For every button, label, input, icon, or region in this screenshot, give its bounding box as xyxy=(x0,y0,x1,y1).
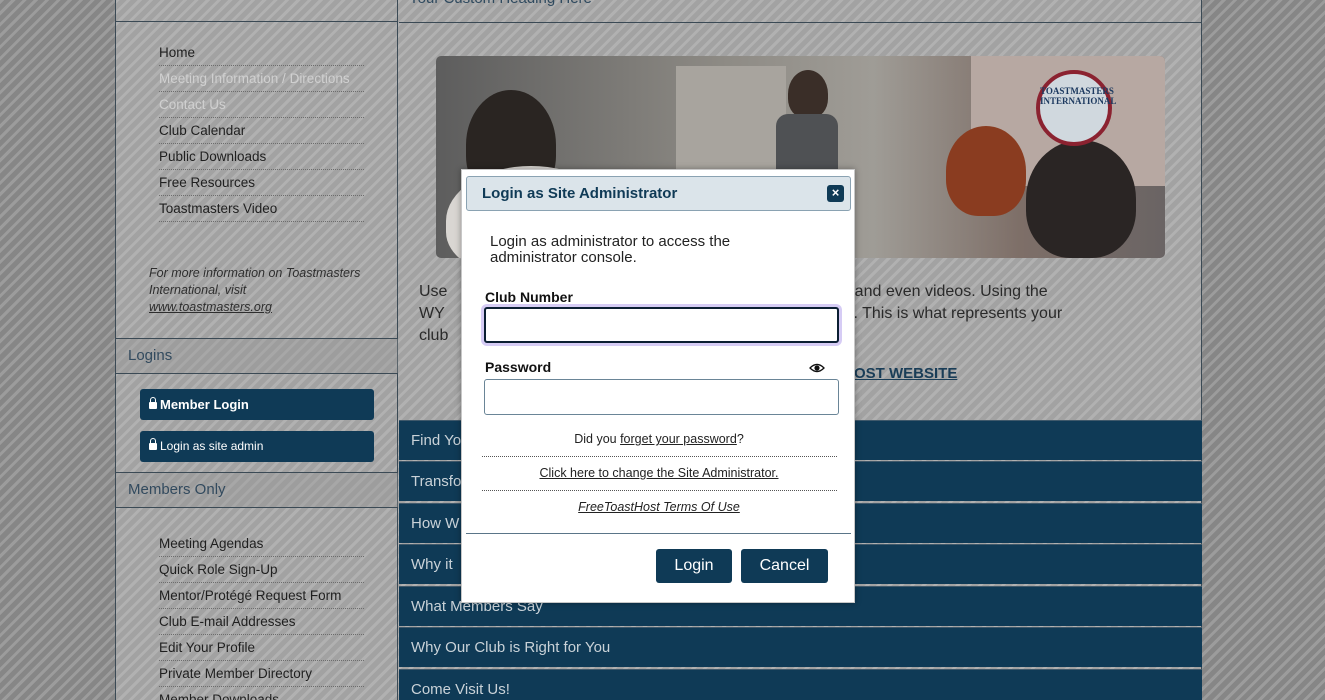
wall-panel xyxy=(676,66,786,186)
members-item-edit-profile[interactable]: Edit Your Profile xyxy=(159,635,364,661)
cancel-button[interactable]: Cancel xyxy=(741,549,828,583)
change-site-admin-link[interactable]: Click here to change the Site Administra… xyxy=(539,466,778,480)
host-website-link[interactable]: OST WEBSITE xyxy=(854,365,957,382)
accordion-why-our-club[interactable]: Why Our Club is Right for You xyxy=(399,627,1202,667)
accordion-come-visit[interactable]: Come Visit Us! xyxy=(399,669,1202,700)
menu-item-meeting-info[interactable]: Meeting Information / Directions xyxy=(159,66,364,92)
audience-head xyxy=(1026,140,1136,258)
menu-item-public-downloads[interactable]: Public Downloads xyxy=(159,144,364,170)
speaker-head xyxy=(788,70,828,118)
toastmasters-logo: TOASTMASTERS INTERNATIONAL xyxy=(1036,70,1116,146)
close-icon[interactable]: × xyxy=(827,185,844,202)
login-dialog: Login as Site Administrator × Login as a… xyxy=(461,169,855,603)
club-number-input[interactable] xyxy=(484,307,839,343)
forgot-password-link[interactable]: forget your password xyxy=(620,432,737,446)
toastmasters-link[interactable]: www.toastmasters.org xyxy=(149,300,272,314)
members-item-member-downloads[interactable]: Member Downloads xyxy=(159,687,364,700)
dialog-title-bar: Login as Site Administrator × xyxy=(466,176,851,211)
site-admin-login-button[interactable]: Login as site admin xyxy=(140,431,374,462)
password-input[interactable] xyxy=(484,379,839,415)
dialog-footer-divider xyxy=(466,533,851,534)
terms-wrap: FreeToastHost Terms Of Use xyxy=(462,500,856,514)
login-button[interactable]: Login xyxy=(656,549,732,583)
eye-icon[interactable] xyxy=(809,363,825,373)
member-login-button[interactable]: Member Login xyxy=(140,389,374,420)
info-text: For more information on Toastmasters Int… xyxy=(149,266,361,314)
terms-of-use-link[interactable]: FreeToastHost Terms Of Use xyxy=(578,500,740,514)
members-menu: Meeting Agendas Quick Role Sign-Up Mento… xyxy=(159,531,364,700)
main-menu: Home Meeting Information / Directions Co… xyxy=(159,40,364,222)
members-item-email-addresses[interactable]: Club E-mail Addresses xyxy=(159,609,364,635)
menu-item-free-resources[interactable]: Free Resources xyxy=(159,170,364,196)
menu-item-contact-us[interactable]: Contact Us xyxy=(159,92,364,118)
dialog-intro: Login as administrator to access the adm… xyxy=(490,233,731,266)
change-admin-wrap: Click here to change the Site Administra… xyxy=(462,466,856,480)
members-only-heading: Members Only xyxy=(116,472,398,508)
sidebar: Main Menu Home Meeting Information / Dir… xyxy=(116,0,398,700)
main-heading: Your Custom Heading Here xyxy=(399,0,1202,23)
members-item-member-directory[interactable]: Private Member Directory xyxy=(159,661,364,687)
logins-heading: Logins xyxy=(116,338,398,374)
members-item-mentor-form[interactable]: Mentor/Protégé Request Form xyxy=(159,583,364,609)
lock-icon xyxy=(149,397,157,409)
club-number-label: Club Number xyxy=(485,289,573,305)
members-item-meeting-agendas[interactable]: Meeting Agendas xyxy=(159,531,364,557)
audience-head xyxy=(946,126,1026,216)
members-item-role-signup[interactable]: Quick Role Sign-Up xyxy=(159,557,364,583)
divider xyxy=(482,456,837,457)
menu-item-home[interactable]: Home xyxy=(159,40,364,66)
main-menu-heading: Main Menu xyxy=(116,0,398,22)
lock-icon xyxy=(149,438,157,450)
password-label: Password xyxy=(485,359,552,375)
forgot-password-text: Did you forget your password? xyxy=(574,432,744,446)
menu-item-toastmasters-video[interactable]: Toastmasters Video xyxy=(159,196,364,222)
menu-item-club-calendar[interactable]: Club Calendar xyxy=(159,118,364,144)
divider xyxy=(482,490,837,491)
dialog-title: Login as Site Administrator xyxy=(482,185,678,202)
